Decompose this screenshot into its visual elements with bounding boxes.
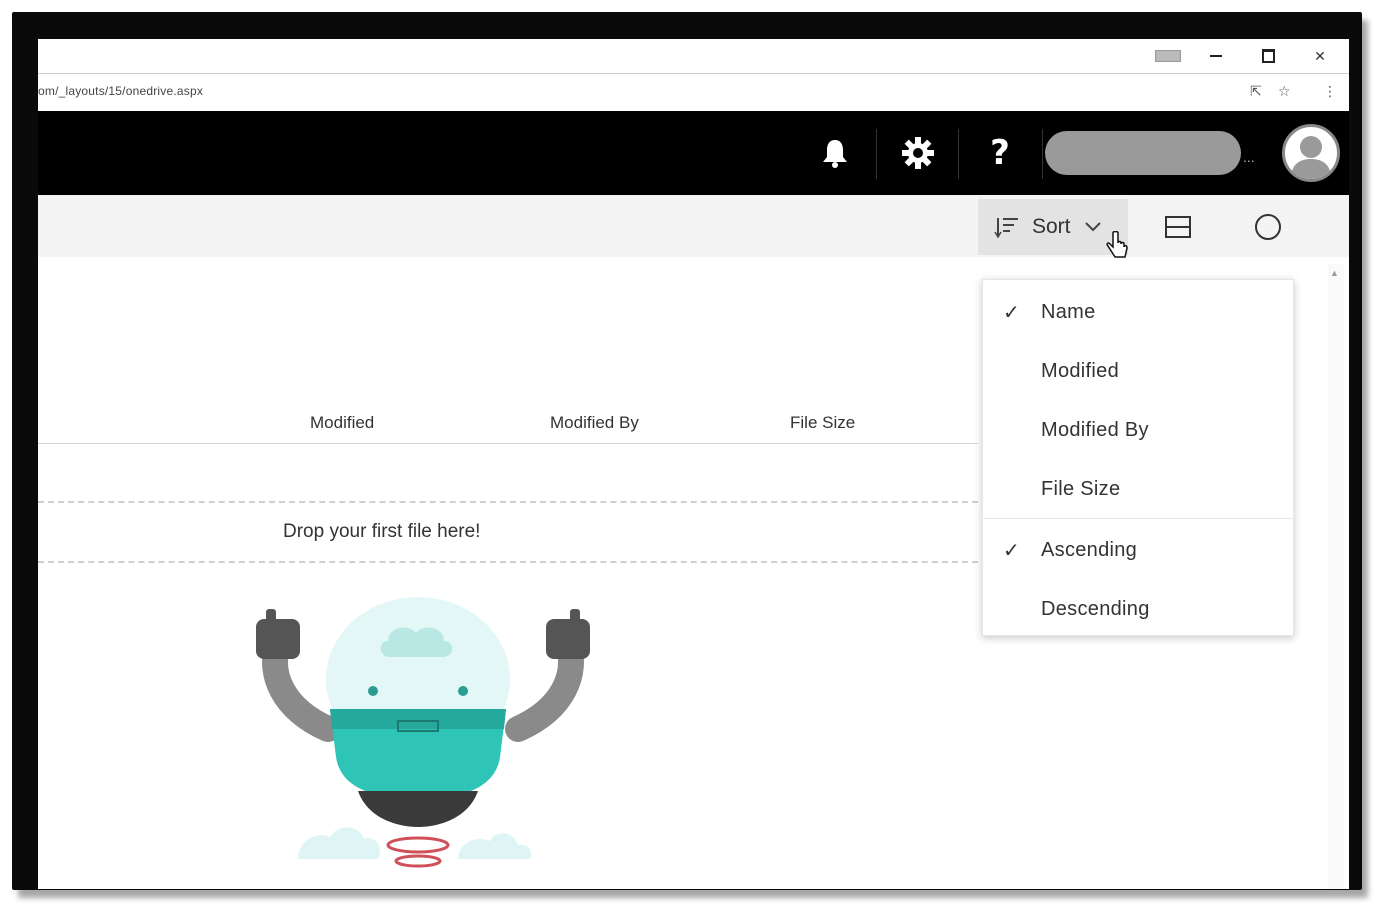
address-bar[interactable]: om/_layouts/15/onedrive.aspx ⇱ ☆ ⋮ — [38, 73, 1349, 112]
menu-item-label: Descending — [1041, 597, 1150, 620]
robot-illustration — [256, 597, 590, 868]
sort-option-name[interactable]: ✓ Name — [983, 284, 1293, 340]
info-button[interactable] — [1246, 205, 1290, 249]
appbar-divider — [876, 129, 877, 179]
column-header-modified[interactable]: Modified — [310, 413, 374, 433]
sort-option-file-size[interactable]: File Size — [983, 461, 1293, 517]
appbar-divider — [958, 129, 959, 179]
cursor-hand-icon — [1106, 231, 1128, 258]
bell-icon — [823, 140, 847, 168]
column-header-modified-by[interactable]: Modified By — [550, 413, 639, 433]
window-thumbnail-icon[interactable] — [1148, 43, 1188, 69]
check-icon: ✓ — [1003, 301, 1020, 324]
menu-item-label: Ascending — [1041, 538, 1138, 561]
menu-item-label: Name — [1041, 300, 1096, 323]
menu-item-label: Modified — [1041, 359, 1119, 382]
avatar[interactable] — [1282, 124, 1340, 182]
menu-item-label: File Size — [1041, 477, 1121, 500]
file-drop-zone[interactable]: Drop your first file here! — [38, 501, 978, 563]
drop-zone-text: Drop your first file here! — [283, 521, 481, 542]
view-layout-icon — [1165, 216, 1191, 238]
sort-option-ascending[interactable]: ✓ Ascending — [983, 522, 1293, 578]
more-vertical-icon[interactable]: ⋮ — [1323, 83, 1337, 100]
browser-window: ✕ om/_layouts/15/onedrive.aspx ⇱ ☆ ⋮ ? .… — [38, 39, 1349, 889]
screenshot-frame: ✕ om/_layouts/15/onedrive.aspx ⇱ ☆ ⋮ ? .… — [12, 12, 1362, 890]
user-name-redacted[interactable] — [1045, 131, 1241, 175]
star-icon[interactable]: ☆ — [1278, 83, 1291, 100]
help-button[interactable]: ? — [960, 111, 1040, 195]
app-header: ? ... — [38, 111, 1349, 195]
maximize-button[interactable] — [1248, 43, 1288, 69]
check-icon: ✓ — [1003, 539, 1020, 562]
sort-option-modified[interactable]: Modified — [983, 343, 1293, 399]
column-header-file-size[interactable]: File Size — [790, 413, 855, 433]
share-icon[interactable]: ⇱ — [1250, 83, 1262, 100]
url-text[interactable]: om/_layouts/15/onedrive.aspx — [38, 84, 203, 98]
menu-divider — [983, 518, 1293, 519]
menu-item-label: Modified By — [1041, 418, 1149, 441]
help-icon: ? — [990, 133, 1010, 173]
close-button[interactable]: ✕ — [1300, 43, 1340, 69]
sort-label: Sort — [1032, 215, 1071, 238]
list-column-headers: Modified Modified By File Size — [38, 409, 978, 444]
view-layout-button[interactable] — [1156, 205, 1200, 249]
sort-option-descending[interactable]: Descending — [983, 581, 1293, 637]
command-bar: Sort — [38, 195, 1349, 258]
vertical-scrollbar[interactable]: ▲ — [1328, 264, 1344, 889]
minimize-button[interactable] — [1196, 43, 1236, 69]
sort-icon — [994, 218, 1018, 238]
info-circle-icon — [1255, 214, 1281, 240]
appbar-divider — [1042, 129, 1043, 179]
settings-button[interactable] — [878, 111, 958, 195]
user-icon — [1291, 136, 1331, 179]
notifications-button[interactable] — [795, 111, 875, 195]
chevron-down-icon — [1084, 222, 1101, 232]
user-name-ellipsis: ... — [1243, 149, 1255, 165]
sort-dropdown-menu: ✓ Name Modified Modified By File Size ✓ … — [982, 279, 1294, 636]
sort-option-modified-by[interactable]: Modified By — [983, 402, 1293, 458]
scroll-up-icon[interactable]: ▲ — [1330, 268, 1339, 278]
gear-icon — [902, 137, 934, 169]
window-titlebar: ✕ — [38, 39, 1349, 73]
